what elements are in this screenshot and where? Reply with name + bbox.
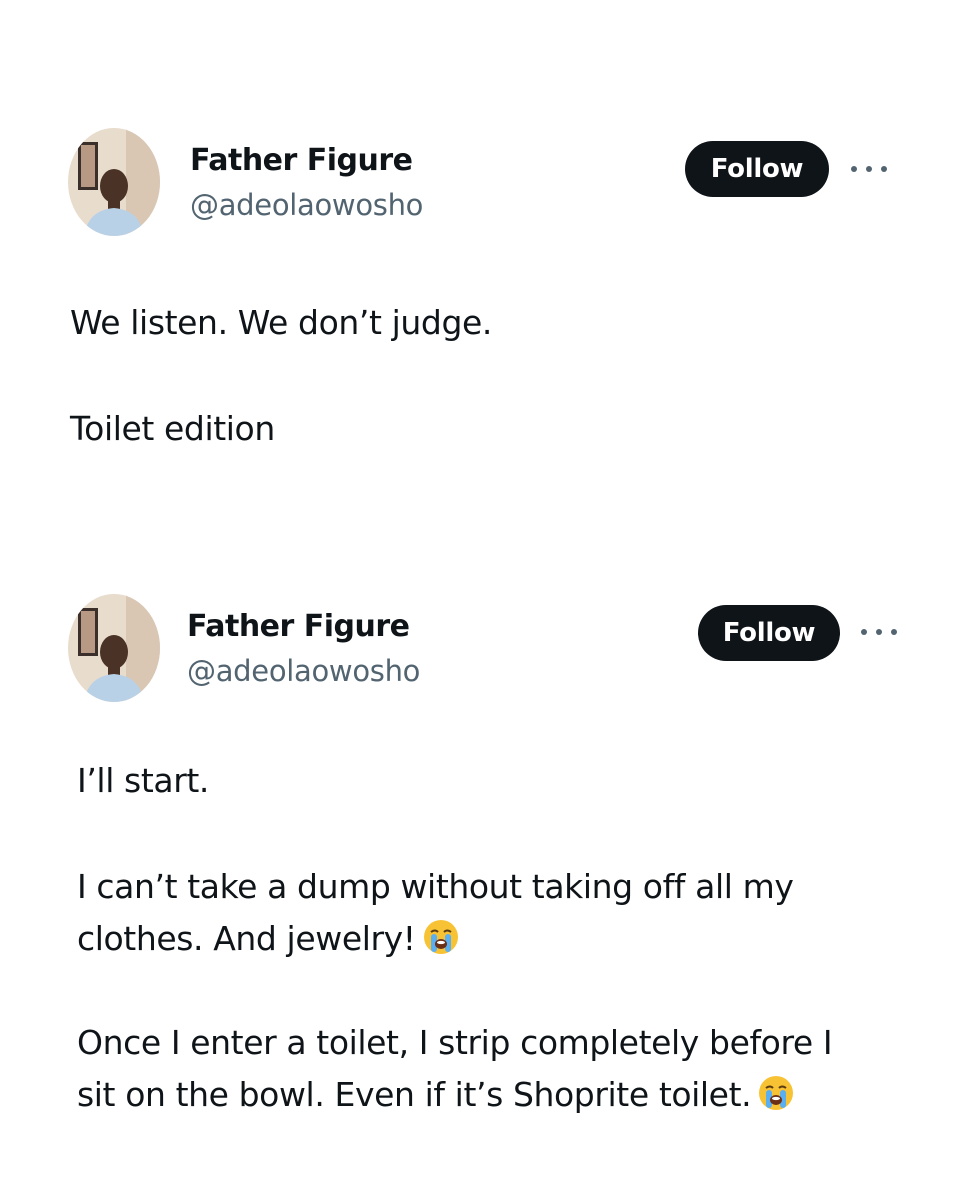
tweet-text-line-with-emoji: sit on the bowl. Even if it’s Shoprite t…: [77, 1070, 795, 1126]
avatar-photo: [68, 594, 160, 702]
avatar[interactable]: [68, 594, 160, 702]
tweet-card: Father Figure @adeolaowosho Follow I’ll …: [0, 560, 960, 1200]
avatar[interactable]: [68, 128, 160, 236]
tweet-text-line: I can’t take a dump without taking off a…: [77, 867, 794, 906]
loudly-crying-face-icon: [422, 918, 460, 970]
follow-button[interactable]: Follow: [685, 141, 829, 197]
avatar-photo: [68, 128, 160, 236]
dot: [851, 166, 857, 172]
tweet-text-line: We listen. We don’t judge.: [70, 303, 492, 342]
tweet-text-line: Once I enter a toilet, I strip completel…: [77, 1023, 833, 1062]
dot: [861, 629, 867, 635]
dot: [876, 629, 882, 635]
dot: [866, 166, 872, 172]
tweet-text-line: Toilet edition: [70, 409, 275, 448]
author-name[interactable]: Father Figure: [190, 143, 413, 178]
tweet-text-segment: clothes. And jewelry!: [77, 919, 416, 958]
tweet-text-segment: sit on the bowl. Even if it’s Shoprite t…: [77, 1075, 752, 1114]
dot: [881, 166, 887, 172]
author-handle[interactable]: @adeolaowosho: [190, 188, 423, 222]
tweet-card: Father Figure @adeolaowosho Follow We li…: [0, 0, 960, 560]
dot: [891, 629, 897, 635]
more-horizontal-icon[interactable]: [851, 159, 887, 179]
author-handle[interactable]: @adeolaowosho: [187, 654, 420, 688]
tweet-text-line-with-emoji: clothes. And jewelry!: [77, 914, 460, 970]
tweet-text-line: I’ll start.: [77, 761, 209, 800]
follow-button[interactable]: Follow: [698, 605, 840, 661]
author-name[interactable]: Father Figure: [187, 609, 410, 644]
more-horizontal-icon[interactable]: [861, 622, 897, 642]
loudly-crying-face-icon: [757, 1074, 795, 1126]
